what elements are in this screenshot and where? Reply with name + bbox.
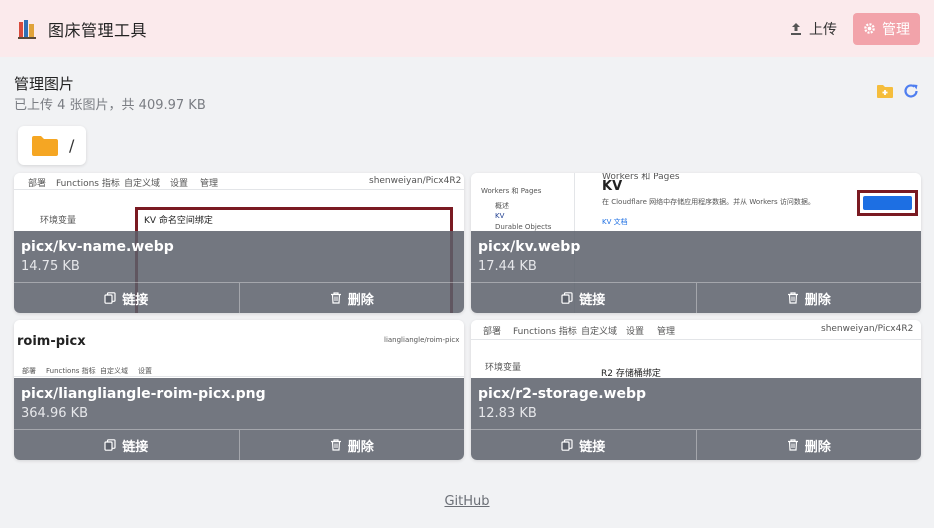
copy-icon (561, 292, 573, 304)
folder-path: / (69, 136, 75, 155)
copy-icon (561, 439, 573, 451)
thumb-owner: shenweiyan/Picx4R2 (821, 324, 914, 334)
thumb-tab: 设置 (138, 367, 152, 375)
thumb-tab: 部署 (22, 367, 36, 375)
thumb-tab: 部署 (483, 327, 502, 337)
folder-breadcrumb[interactable]: / (18, 126, 86, 165)
thumb-tab: 自定义域 (581, 327, 618, 337)
delete-button[interactable]: 删除 (695, 430, 922, 460)
new-folder-icon[interactable] (876, 82, 894, 100)
image-card: 部署 Functions 指标 自定义域 设置 管理 shenweiyan/Pi… (14, 173, 464, 313)
thumb-tab: 设置 (626, 327, 645, 337)
top-bar: 图床管理工具 上传 管理 (0, 0, 934, 57)
refresh-icon[interactable] (902, 82, 920, 100)
image-size: 364.96 KB (21, 406, 89, 421)
copy-link-button[interactable]: 链接 (471, 430, 696, 460)
trash-icon (787, 439, 798, 451)
thumb-title: KV (602, 179, 623, 194)
thumb-title: roim-picx (17, 334, 86, 349)
thumb-tab: 管理 (657, 327, 676, 337)
delete-label: 删除 (804, 292, 831, 308)
folder-icon (32, 135, 58, 156)
trash-icon (330, 439, 341, 451)
image-name: picx/kv.webp (478, 239, 581, 255)
copy-link-button[interactable]: 链接 (14, 283, 239, 313)
image-card: Workers 和 Pages KV 在 Cloudflare 网络中存储应用程… (471, 173, 921, 313)
thumb-tab: 自定义域 (100, 367, 128, 375)
thumb-owner: liangliangle/roim-picx (384, 336, 460, 344)
delete-button[interactable]: 删除 (695, 283, 922, 313)
thumb-tab: Functions 指标 (56, 179, 120, 189)
copy-icon (104, 292, 116, 304)
thumb-left-label: 环境变量 (485, 363, 522, 373)
thumb-left-label: 环境变量 (40, 216, 77, 226)
upload-icon (791, 22, 801, 35)
image-card: 部署 Functions 指标 自定义域 设置 管理 shenweiyan/Pi… (471, 320, 921, 460)
image-size: 17.44 KB (478, 259, 537, 274)
thumb-tab: 设置 (170, 179, 189, 189)
thumb-docs: KV 文档 (602, 218, 628, 226)
thumb-tab: 管理 (200, 179, 219, 189)
thumb-box-label: KV 命名空间绑定 (144, 216, 213, 226)
copy-link-label: 链接 (122, 439, 149, 455)
app-title: 图床管理工具 (48, 20, 148, 40)
image-name: picx/liangliangle-roim-picx.png (21, 386, 266, 402)
app-logo-icon (18, 19, 36, 39)
gear-icon (864, 23, 875, 34)
trash-icon (330, 292, 341, 304)
manage-button[interactable]: 管理 (853, 12, 920, 45)
upload-label: 上传 (809, 20, 837, 37)
image-card: roim-picx liangliangle/roim-picx 部署 Func… (14, 320, 464, 460)
thumb-nav: KV (495, 212, 505, 220)
thumb-owner: shenweiyan/Picx4R2 (369, 176, 462, 186)
thumb-nav: 概述 (495, 202, 509, 210)
image-size: 12.83 KB (478, 406, 537, 421)
trash-icon (787, 292, 798, 304)
copy-icon (104, 439, 116, 451)
delete-button[interactable]: 删除 (238, 430, 465, 460)
thumb-tab: 部署 (28, 179, 47, 189)
thumb-desc: 在 Cloudflare 网络中存储应用程序数据。并从 Workers 访问数据… (602, 198, 815, 206)
delete-label: 删除 (347, 292, 374, 308)
thumb-nav: Workers 和 Pages (481, 187, 542, 195)
copy-link-button[interactable]: 链接 (471, 283, 696, 313)
upload-summary: 已上传 4 张图片，共 409.97 KB (14, 98, 206, 113)
delete-label: 删除 (347, 439, 374, 455)
thumb-tab: Functions 指标 (46, 367, 96, 375)
image-name: picx/kv-name.webp (21, 239, 174, 255)
thumb-nav: Durable Objects (495, 223, 552, 231)
copy-link-label: 链接 (579, 439, 606, 455)
github-link[interactable]: GitHub (444, 494, 489, 509)
delete-label: 删除 (804, 439, 831, 455)
delete-button[interactable]: 删除 (238, 283, 465, 313)
copy-link-button[interactable]: 链接 (14, 430, 239, 460)
manage-label: 管理 (882, 20, 910, 37)
thumb-tab: 自定义域 (124, 179, 161, 189)
upload-button[interactable]: 上传 (783, 13, 843, 45)
copy-link-label: 链接 (579, 292, 606, 308)
image-size: 14.75 KB (21, 259, 80, 274)
page-title: 管理图片 (14, 75, 75, 93)
image-name: picx/r2-storage.webp (478, 386, 647, 402)
thumb-tab: Functions 指标 (513, 327, 577, 337)
copy-link-label: 链接 (122, 292, 149, 308)
